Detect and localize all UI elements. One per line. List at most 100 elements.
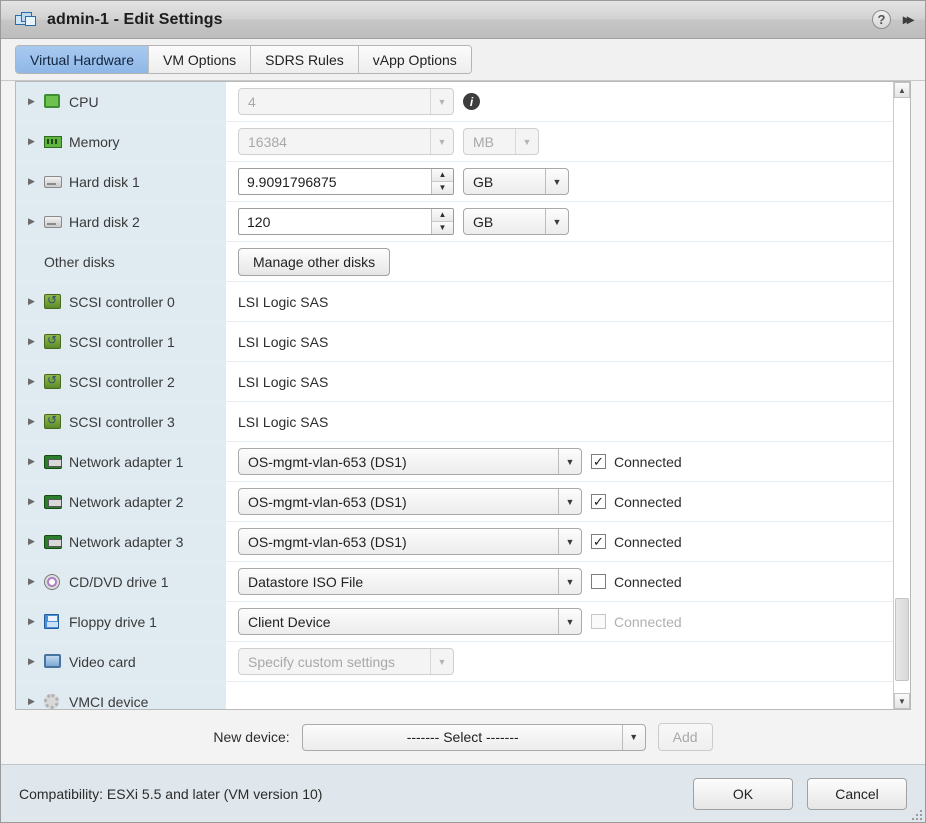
device-label-cell[interactable]: ▶ Hard disk 2 xyxy=(16,202,227,241)
device-label-cell[interactable]: ▶ SCSI controller 0 xyxy=(16,282,227,321)
device-size-stepper[interactable]: 120 ▲ ▼ xyxy=(238,208,454,235)
chevron-down-icon[interactable]: ▼ xyxy=(558,449,581,474)
device-size-stepper[interactable]: 9.9091796875 ▲ ▼ xyxy=(238,168,454,195)
table-row[interactable]: ▶ Video card Specify custom settings ▼ xyxy=(16,642,893,682)
tab-sdrs-rules[interactable]: SDRS Rules xyxy=(251,46,359,73)
connected-checkbox-wrapper[interactable]: Connected xyxy=(591,574,682,590)
expand-arrow-icon[interactable]: ▶ xyxy=(28,496,40,507)
chevron-down-icon[interactable]: ▼ xyxy=(545,169,568,194)
scroll-thumb[interactable] xyxy=(895,597,909,682)
tab-virtual-hardware[interactable]: Virtual Hardware xyxy=(16,46,150,73)
scroll-track[interactable] xyxy=(894,98,910,693)
connected-checkbox[interactable]: ✓ xyxy=(591,534,606,549)
stepper-buttons[interactable]: ▲ ▼ xyxy=(431,209,453,234)
device-label-cell[interactable]: ▶ SCSI controller 1 xyxy=(16,322,227,361)
tab-vm-options[interactable]: VM Options xyxy=(149,46,252,73)
connected-checkbox-wrapper[interactable]: ✓ Connected xyxy=(591,534,682,550)
chevron-down-icon[interactable]: ▼ xyxy=(558,609,581,634)
device-label-cell[interactable]: ▶ CPU xyxy=(16,82,227,121)
scroll-down-button[interactable]: ▼ xyxy=(894,693,910,709)
table-row[interactable]: ▶ Network adapter 2 OS-mgmt-vlan-653 (DS1)… xyxy=(16,482,893,522)
chevron-down-icon[interactable]: ▼ xyxy=(558,569,581,594)
device-label: Network adapter 2 xyxy=(69,493,184,510)
tab-vapp-options[interactable]: vApp Options xyxy=(358,46,471,73)
expand-arrow-icon[interactable]: ▶ xyxy=(28,296,40,307)
expand-arrow-icon[interactable]: ▶ xyxy=(28,456,40,467)
table-row[interactable]: ▶ SCSI controller 2 LSI Logic SAS xyxy=(16,362,893,402)
resize-grip-icon[interactable] xyxy=(910,808,922,820)
device-label-cell[interactable]: ▶ Floppy drive 1 xyxy=(16,602,227,641)
connected-checkbox[interactable]: ✓ xyxy=(591,494,606,509)
device-unit-select[interactable]: GB ▼ xyxy=(463,168,569,195)
table-row[interactable]: ▶ Memory 16384 ▼ MB ▼ xyxy=(16,122,893,162)
chevron-down-icon[interactable]: ▼ xyxy=(558,489,581,514)
table-row[interactable]: ▶ Hard disk 1 9.9091796875 ▲ ▼ GB ▼ xyxy=(16,162,893,202)
device-label-cell[interactable]: ▶ VMCI device xyxy=(16,682,227,709)
expand-arrow-icon[interactable]: ▶ xyxy=(28,576,40,587)
new-device-select[interactable]: ------- Select ------- ▼ xyxy=(301,723,646,751)
table-row[interactable]: ▶ CPU 4 ▼ i xyxy=(16,82,893,122)
chevron-down-icon[interactable]: ▼ xyxy=(558,529,581,554)
device-label-cell[interactable]: ▶ Network adapter 2 xyxy=(16,482,227,521)
vertical-scrollbar[interactable]: ▲ ▼ xyxy=(893,82,910,709)
table-row[interactable]: ▶ SCSI controller 3 LSI Logic SAS xyxy=(16,402,893,442)
device-label-cell[interactable]: ▶ Network adapter 3 xyxy=(16,522,227,561)
device-label-cell[interactable]: ▶ Memory xyxy=(16,122,227,161)
expand-arrow-icon[interactable]: ▶ xyxy=(28,176,40,187)
chevron-down-icon[interactable]: ▼ xyxy=(545,209,568,234)
device-value-select[interactable]: OS-mgmt-vlan-653 (DS1) ▼ xyxy=(238,528,582,555)
device-label-cell[interactable]: ▶ SCSI controller 3 xyxy=(16,402,227,441)
expand-arrow-icon[interactable]: ▶ xyxy=(28,656,40,667)
device-value-select[interactable]: Client Device ▼ xyxy=(238,608,582,635)
expand-arrow-icon[interactable]: ▶ xyxy=(28,376,40,387)
info-icon[interactable]: i xyxy=(463,93,480,110)
device-label-cell[interactable]: ▶Other disks xyxy=(16,242,227,281)
expand-arrow-icon[interactable]: ▶ xyxy=(28,696,40,707)
table-row[interactable]: ▶ VMCI device xyxy=(16,682,893,709)
expand-arrow-icon[interactable]: ▶ xyxy=(28,616,40,627)
table-row[interactable]: ▶ SCSI controller 1 LSI Logic SAS xyxy=(16,322,893,362)
ok-button[interactable]: OK xyxy=(693,777,793,810)
expand-arrow-icon[interactable]: ▶ xyxy=(28,96,40,107)
device-unit-select[interactable]: GB ▼ xyxy=(463,208,569,235)
connected-checkbox-wrapper[interactable]: ✓ Connected xyxy=(591,494,682,510)
stepper-up-icon[interactable]: ▲ xyxy=(432,169,453,182)
cancel-button[interactable]: Cancel xyxy=(807,777,907,810)
manage-other-disks-button[interactable]: Manage other disks xyxy=(238,247,391,276)
add-device-button[interactable]: Add xyxy=(657,723,713,751)
stepper-buttons[interactable]: ▲ ▼ xyxy=(431,169,453,194)
device-value-select[interactable]: Datastore ISO File ▼ xyxy=(238,568,582,595)
gear-icon xyxy=(44,693,62,710)
expand-arrow-icon[interactable]: ▶ xyxy=(28,536,40,547)
device-value-select[interactable]: OS-mgmt-vlan-653 (DS1) ▼ xyxy=(238,448,582,475)
scroll-up-button[interactable]: ▲ xyxy=(894,82,910,98)
device-label-cell[interactable]: ▶ Hard disk 1 xyxy=(16,162,227,201)
device-label-cell[interactable]: ▶ CD/DVD drive 1 xyxy=(16,562,227,601)
connected-checkbox[interactable]: ✓ xyxy=(591,454,606,469)
device-label-cell[interactable]: ▶ Network adapter 1 xyxy=(16,442,227,481)
expand-arrow-icon[interactable]: ▶ xyxy=(28,336,40,347)
table-row[interactable]: ▶ CD/DVD drive 1 Datastore ISO File ▼ Connec… xyxy=(16,562,893,602)
device-value-select[interactable]: OS-mgmt-vlan-653 (DS1) ▼ xyxy=(238,488,582,515)
table-row[interactable]: ▶ SCSI controller 0 LSI Logic SAS xyxy=(16,282,893,322)
table-row[interactable]: ▶Other disks Manage other disks xyxy=(16,242,893,282)
device-label-cell[interactable]: ▶ SCSI controller 2 xyxy=(16,362,227,401)
expand-arrow-icon[interactable]: ▶ xyxy=(28,416,40,427)
table-row[interactable]: ▶ Network adapter 1 OS-mgmt-vlan-653 (DS1)… xyxy=(16,442,893,482)
device-size-input[interactable]: 9.9091796875 xyxy=(239,169,431,194)
device-size-input[interactable]: 120 xyxy=(239,209,431,234)
chevron-down-icon[interactable]: ▼ xyxy=(621,724,645,750)
table-row[interactable]: ▶ Hard disk 2 120 ▲ ▼ GB ▼ xyxy=(16,202,893,242)
help-icon[interactable]: ? xyxy=(871,10,891,29)
expand-icon[interactable]: ▸▸ xyxy=(903,11,914,28)
stepper-down-icon[interactable]: ▼ xyxy=(432,221,453,234)
expand-arrow-icon[interactable]: ▶ xyxy=(28,136,40,147)
connected-checkbox[interactable] xyxy=(591,574,606,589)
expand-arrow-icon[interactable]: ▶ xyxy=(28,216,40,227)
stepper-down-icon[interactable]: ▼ xyxy=(432,181,453,194)
device-label-cell[interactable]: ▶ Video card xyxy=(16,642,227,681)
table-row[interactable]: ▶ Network adapter 3 OS-mgmt-vlan-653 (DS1)… xyxy=(16,522,893,562)
connected-checkbox-wrapper[interactable]: ✓ Connected xyxy=(591,454,682,470)
table-row[interactable]: ▶ Floppy drive 1 Client Device ▼ Connected xyxy=(16,602,893,642)
stepper-up-icon[interactable]: ▲ xyxy=(432,209,453,222)
